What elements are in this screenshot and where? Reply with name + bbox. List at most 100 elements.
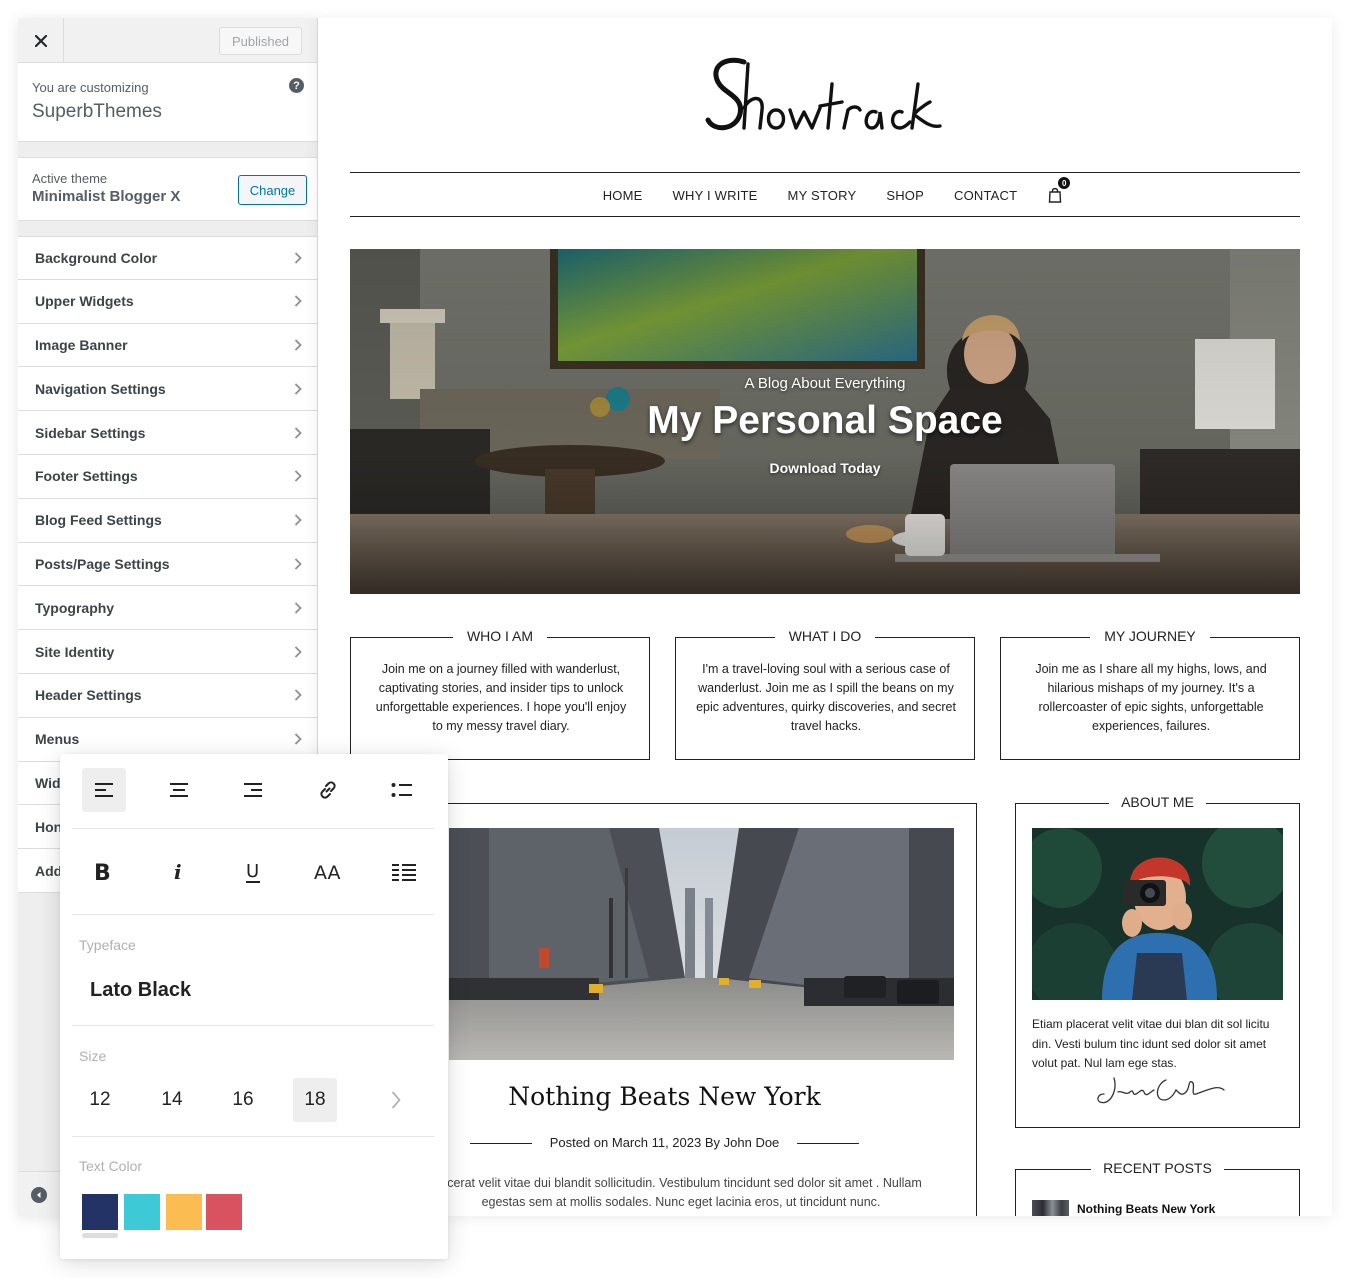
active-theme-section: Active theme Minimalist Blogger X Change xyxy=(18,157,317,221)
svg-text:AA: AA xyxy=(314,862,341,883)
feature-box-title: WHAT I DO xyxy=(774,628,876,644)
menu-item-blog-feed-settings[interactable]: Blog Feed Settings xyxy=(18,498,317,543)
hero-subtitle: A Blog About Everything xyxy=(744,375,906,392)
menu-item-navigation-settings[interactable]: Navigation Settings xyxy=(18,367,317,412)
close-customizer-button[interactable] xyxy=(18,18,64,63)
collapse-icon xyxy=(37,1192,41,1198)
chevron-right-icon xyxy=(292,645,304,658)
align-left-button[interactable] xyxy=(82,768,126,812)
cart-button[interactable]: 0 xyxy=(1048,177,1071,203)
size-option-16[interactable]: 16 xyxy=(221,1078,265,1122)
menu-item-label: Site Identity xyxy=(35,643,115,660)
color-swatch-cyan[interactable] xyxy=(124,1194,160,1230)
svg-text:i: i xyxy=(174,861,182,883)
menu-item-label: Hon xyxy=(35,818,63,835)
chevron-right-icon xyxy=(292,733,304,745)
nav-bottom-rule xyxy=(350,216,1300,217)
color-swatch-navy[interactable] xyxy=(82,1194,118,1230)
recent-post-item[interactable]: Nothing Beats New York xyxy=(1032,1200,1215,1216)
menu-item-upper-widgets[interactable]: Upper Widgets xyxy=(18,279,317,324)
size-option-12[interactable]: 12 xyxy=(78,1078,122,1122)
insert-link-button[interactable] xyxy=(306,768,350,812)
hero-cta-link[interactable]: Download Today xyxy=(350,460,1300,476)
menu-item-site-identity[interactable]: Site Identity xyxy=(18,630,317,674)
meta-rule-left xyxy=(470,1143,533,1145)
feature-box-who-i-am: WHO I AM Join me on a journey filled wit… xyxy=(350,628,650,760)
color-swatch-red[interactable] xyxy=(206,1194,242,1230)
justify-icon xyxy=(392,864,416,881)
menu-item-label: Image Banner xyxy=(35,336,128,353)
feature-box-title: MY JOURNEY xyxy=(1090,628,1210,644)
alignment-toolbar xyxy=(72,768,434,812)
chevron-right-icon xyxy=(292,602,304,614)
customizer-info: You are customizing SuperbThemes ? xyxy=(18,63,317,142)
align-left-icon xyxy=(95,783,113,797)
nav-item-my-story[interactable]: MY STORY xyxy=(773,188,872,203)
site-logo[interactable] xyxy=(704,44,944,140)
published-button[interactable]: Published xyxy=(219,27,302,55)
nav-item-why-i-write[interactable]: WHY I WRITE xyxy=(658,188,773,203)
shopping-bag-icon xyxy=(1049,187,1062,203)
hero-text: A Blog About Everything My Personal Spac… xyxy=(350,249,1300,594)
more-sizes-button[interactable] xyxy=(374,1078,418,1122)
help-icon[interactable]: ? xyxy=(289,78,304,93)
menu-item-sidebar-settings[interactable]: Sidebar Settings xyxy=(18,411,317,455)
align-center-icon xyxy=(169,783,188,797)
about-me-text: Etiam placerat velit vitae dui blan dit … xyxy=(1032,1017,1270,1070)
menu-item-typography[interactable]: Typography xyxy=(18,586,317,631)
underline-icon: U xyxy=(246,861,260,883)
menu-item-label: Navigation Settings xyxy=(35,380,166,397)
feature-box-my-journey: MY JOURNEY Join me as I share all my hig… xyxy=(1000,628,1300,760)
feature-box-body: I'm a travel-loving soul with a serious … xyxy=(696,662,956,733)
justify-button[interactable] xyxy=(382,850,426,894)
menu-item-label: Header Settings xyxy=(35,687,142,704)
bold-button[interactable]: B xyxy=(80,850,124,894)
link-icon xyxy=(319,781,336,799)
menu-item-label: Sidebar Settings xyxy=(35,424,146,441)
menu-item-image-banner[interactable]: Image Banner xyxy=(18,323,317,368)
site-name: SuperbThemes xyxy=(32,101,162,122)
menu-item-header-settings[interactable]: Header Settings xyxy=(18,673,317,718)
nav-item-contact[interactable]: CONTACT xyxy=(939,188,1032,203)
menu-item-label: Upper Widgets xyxy=(35,293,134,310)
svg-text:B: B xyxy=(94,861,111,883)
size-option-14[interactable]: 14 xyxy=(150,1078,194,1122)
menu-item-label: Background Color xyxy=(35,249,158,266)
italic-icon: i xyxy=(174,861,182,883)
feature-box-what-i-do: WHAT I DO I'm a travel-loving soul with … xyxy=(675,628,975,760)
align-center-button[interactable] xyxy=(157,768,201,812)
size-option-18[interactable]: 18 xyxy=(293,1078,337,1122)
menu-item-footer-settings[interactable]: Footer Settings xyxy=(18,454,317,499)
text-size-button[interactable]: AA xyxy=(307,850,351,894)
chevron-right-icon xyxy=(292,339,304,351)
menu-item-posts-page-settings[interactable]: Posts/Page Settings xyxy=(18,542,317,587)
typeface-label: Typeface xyxy=(79,937,136,953)
change-theme-button[interactable]: Change xyxy=(238,175,307,205)
text-size-icon: AA xyxy=(314,862,341,883)
hero-title: My Personal Space xyxy=(647,399,1003,442)
color-swatch-yellow[interactable] xyxy=(166,1194,202,1230)
align-right-button[interactable] xyxy=(231,768,275,812)
menu-item-label: Menus xyxy=(35,731,80,748)
italic-button[interactable]: i xyxy=(156,850,200,894)
chevron-right-icon xyxy=(292,252,304,264)
cart-count-badge: 0 xyxy=(1058,177,1071,189)
about-me-photo xyxy=(1032,828,1283,1000)
menu-item-label: Posts/Page Settings xyxy=(35,555,170,572)
post-featured-image[interactable] xyxy=(449,828,954,1060)
panel-divider xyxy=(72,914,434,915)
menu-item-label: Blog Feed Settings xyxy=(35,512,162,529)
format-toolbar: B i U AA xyxy=(72,850,434,894)
nav-item-home[interactable]: HOME xyxy=(588,188,658,203)
menu-item-background-color[interactable]: Background Color xyxy=(18,236,317,280)
nav-item-shop[interactable]: SHOP xyxy=(871,188,939,203)
bullet-list-button[interactable] xyxy=(380,768,424,812)
menu-item-label: Wid xyxy=(35,774,61,791)
post-excerpt: acerat velit vitae dui blandit sollicitu… xyxy=(440,1176,922,1209)
photographer-photo xyxy=(1032,828,1283,1000)
recent-posts-title: RECENT POSTS xyxy=(1091,1160,1224,1176)
chevron-right-icon xyxy=(391,1091,401,1109)
underline-button[interactable]: U xyxy=(231,850,275,894)
collapse-sidebar-button[interactable] xyxy=(31,1187,47,1203)
typeface-selector[interactable]: Lato Black xyxy=(90,979,191,1002)
